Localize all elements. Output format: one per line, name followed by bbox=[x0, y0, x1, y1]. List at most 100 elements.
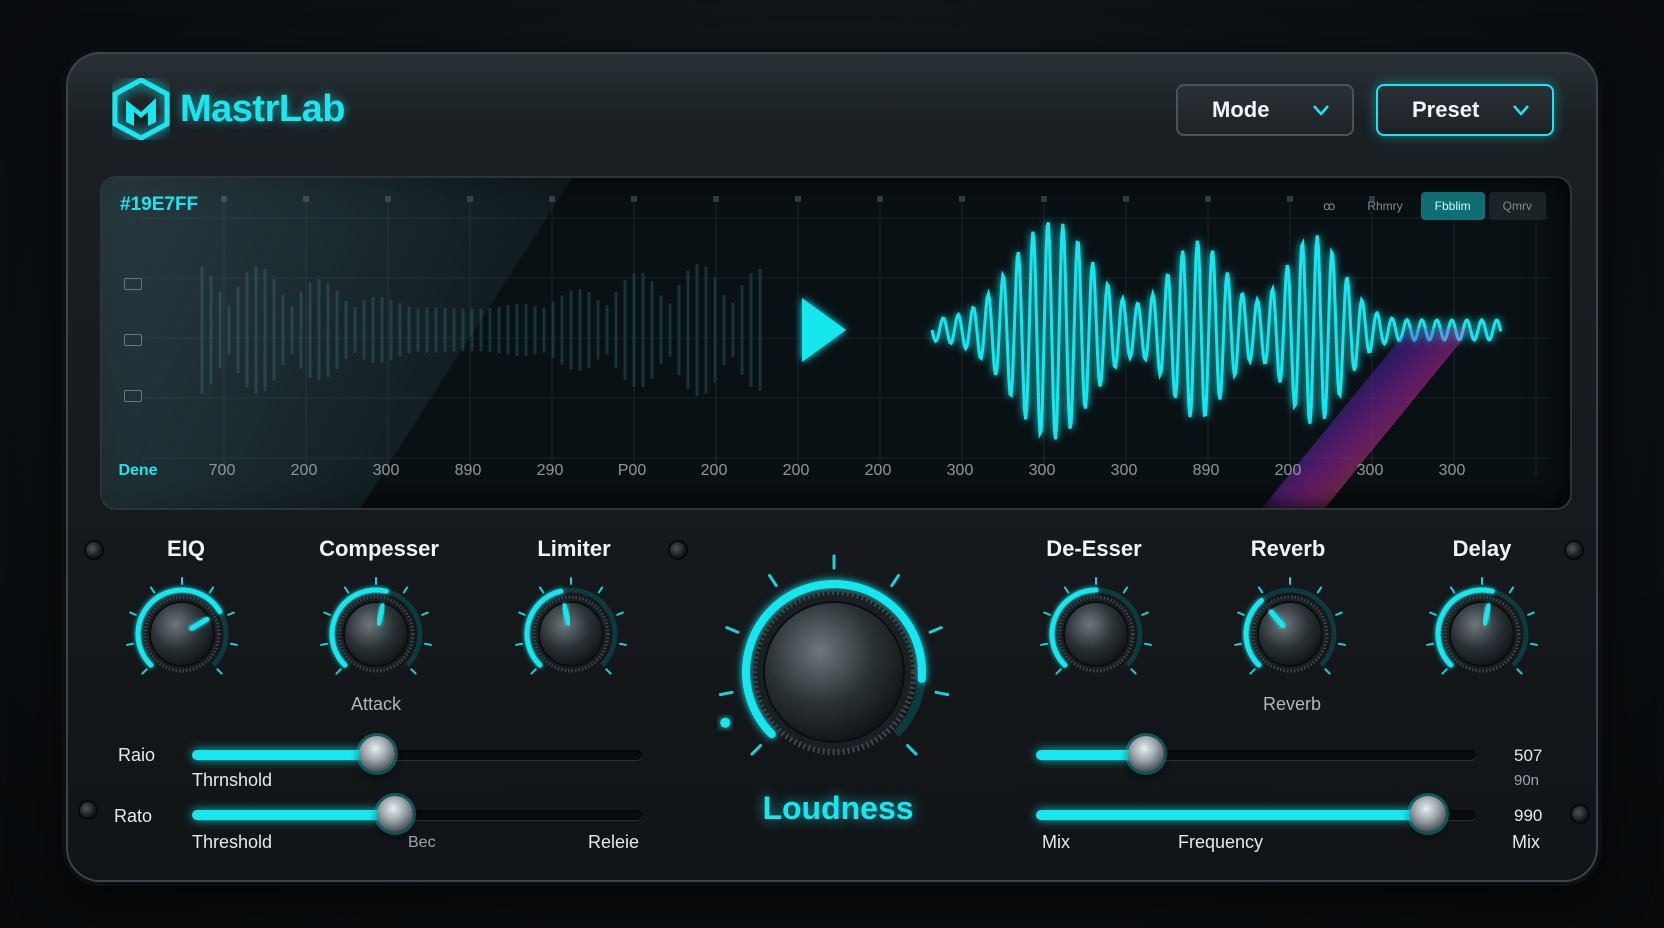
knob-tick bbox=[1249, 668, 1256, 675]
knob-tick bbox=[934, 690, 950, 697]
playhead-icon[interactable] bbox=[802, 298, 846, 362]
release-caption: Releie bbox=[588, 832, 640, 852]
loudness-label: Loudness bbox=[762, 790, 914, 826]
knob-tick bbox=[323, 611, 331, 616]
knob-tick bbox=[141, 668, 148, 675]
screw bbox=[1572, 806, 1588, 822]
knob-tick bbox=[928, 626, 943, 634]
knob-tick bbox=[216, 668, 223, 675]
knob-tick bbox=[518, 611, 526, 616]
knob-tick bbox=[1508, 586, 1515, 594]
screw bbox=[86, 542, 102, 558]
time-tick-label: 890 bbox=[454, 462, 482, 479]
knob-tick bbox=[1449, 586, 1456, 594]
waveform-display[interactable]: #19E7FF ꝏ Rhmry Fbblim Qmrv Dene 700 200 30… bbox=[100, 176, 1572, 510]
knob-tick bbox=[129, 611, 137, 616]
delay-knob[interactable] bbox=[1418, 570, 1546, 698]
knob-tick bbox=[597, 586, 604, 594]
knob-tick bbox=[1335, 611, 1343, 616]
time-tick-label: 290 bbox=[536, 462, 564, 479]
chevron-down-icon bbox=[1313, 105, 1329, 116]
knob-tick bbox=[1516, 668, 1523, 675]
frame-icon bbox=[124, 390, 142, 402]
time-tick-label: 300 bbox=[1028, 462, 1056, 479]
knob-tick bbox=[616, 611, 624, 616]
screw bbox=[670, 542, 686, 558]
tab-view-2[interactable]: Rhmry bbox=[1353, 192, 1416, 220]
ratio-label-2: Rato bbox=[114, 806, 153, 826]
mix-caption-left: Mix bbox=[1042, 832, 1070, 852]
knob-tick bbox=[343, 586, 350, 594]
knob-tick bbox=[1130, 668, 1137, 675]
knob-tick bbox=[538, 586, 545, 594]
compressor-label: Compesser bbox=[319, 536, 439, 561]
threshold-slider-top[interactable] bbox=[192, 736, 642, 772]
knob-tick bbox=[149, 586, 156, 594]
slider-thumb[interactable] bbox=[1128, 736, 1164, 772]
knob-marker bbox=[720, 717, 731, 728]
knob-body bbox=[343, 601, 409, 667]
deesser-knob[interactable] bbox=[1032, 570, 1160, 698]
knob-tick bbox=[890, 574, 900, 588]
knob-tick bbox=[619, 642, 627, 646]
knob-tick bbox=[515, 642, 523, 646]
view-tabs: ꝏ Rhmry Fbblim Qmrv bbox=[1309, 192, 1546, 220]
threshold-slider-bottom[interactable] bbox=[192, 796, 642, 832]
knob-tick bbox=[1040, 642, 1048, 646]
tab-view-1[interactable]: ꝏ bbox=[1309, 192, 1349, 220]
time-tick-label: 300 bbox=[372, 462, 400, 479]
knob-tick bbox=[725, 626, 740, 634]
knob-tick bbox=[1257, 586, 1264, 594]
knob-body bbox=[149, 601, 215, 667]
knob-tick bbox=[1063, 586, 1070, 594]
app-title: MastrLab bbox=[180, 87, 345, 130]
slider-thumb[interactable] bbox=[1409, 796, 1446, 832]
compressor-knob[interactable] bbox=[312, 570, 440, 698]
knob-tick bbox=[1237, 611, 1245, 616]
knob-tick bbox=[320, 642, 328, 646]
threshold-caption-top: Thrnshold bbox=[192, 770, 273, 790]
reverb-label: Reverb bbox=[1250, 536, 1326, 561]
reverb-knob[interactable] bbox=[1226, 570, 1354, 698]
slider-fill bbox=[192, 810, 395, 820]
time-tick-label: 200 bbox=[290, 462, 318, 479]
mode-dropdown-label: Mode bbox=[1212, 97, 1270, 122]
time-tick-label: 200 bbox=[700, 462, 728, 479]
knob-tick bbox=[335, 668, 342, 675]
screw bbox=[1566, 542, 1582, 558]
delay-label: Delay bbox=[1452, 536, 1512, 561]
knob-tick bbox=[1324, 668, 1331, 675]
time-tick-label: Dene bbox=[118, 462, 158, 479]
limiter-knob[interactable] bbox=[507, 570, 635, 698]
time-tick-label: 300 bbox=[1356, 462, 1384, 479]
color-readout: #19E7FF bbox=[120, 194, 199, 215]
value-readout-1: 507 bbox=[1514, 746, 1543, 765]
slider-thumb[interactable] bbox=[358, 736, 395, 772]
eq-knob[interactable] bbox=[118, 570, 246, 698]
mode-dropdown[interactable]: Mode bbox=[1176, 84, 1354, 136]
loudness-knob[interactable] bbox=[698, 536, 970, 808]
eq-label: EIQ bbox=[167, 536, 205, 561]
knob-tick bbox=[1316, 586, 1323, 594]
frequency-slider[interactable] bbox=[1036, 796, 1476, 832]
knob-tick bbox=[1429, 611, 1437, 616]
knob-tick bbox=[208, 586, 215, 594]
knob-body bbox=[763, 601, 905, 743]
preset-dropdown[interactable]: Preset bbox=[1376, 84, 1554, 136]
knob-tick bbox=[605, 668, 612, 675]
tab-view-4[interactable]: Qmrv bbox=[1488, 192, 1546, 220]
tab-view-3[interactable]: Fbblim bbox=[1420, 192, 1485, 220]
knob-body bbox=[1449, 601, 1515, 667]
slider-thumb[interactable] bbox=[376, 796, 413, 832]
marker-icon bbox=[124, 278, 142, 290]
deesser-slider[interactable] bbox=[1036, 736, 1476, 772]
knob-tick bbox=[1530, 642, 1538, 646]
knob-tick bbox=[1527, 611, 1535, 616]
preset-dropdown-label: Preset bbox=[1412, 97, 1480, 122]
knob-tick bbox=[402, 586, 409, 594]
knob-tick bbox=[1144, 642, 1152, 646]
mix-caption-right: Mix bbox=[1512, 832, 1540, 852]
time-tick-label: 200 bbox=[1274, 462, 1302, 479]
time-tick-label: 890 bbox=[1192, 462, 1220, 479]
knob-tick bbox=[1055, 668, 1062, 675]
